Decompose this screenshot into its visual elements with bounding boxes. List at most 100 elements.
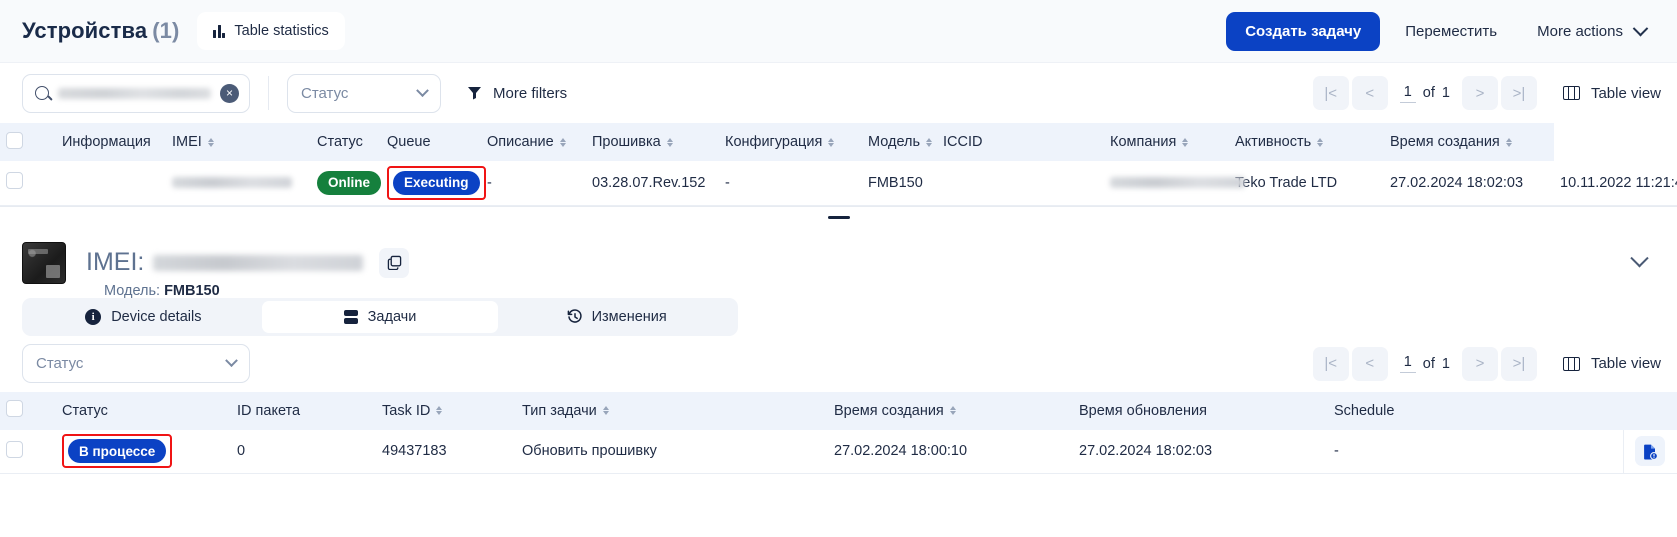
resize-handle[interactable] xyxy=(827,215,850,219)
table-row[interactable]: В процессе 0 49437183 Обновить прошивку … xyxy=(0,429,1677,474)
devices-filter-bar: × Статус More filters |< < 1 of 1 > >| T… xyxy=(0,63,1677,123)
col-activity-label: Активность xyxy=(1235,134,1312,150)
col-description-label: Описание xyxy=(487,134,554,150)
next-page-button[interactable]: > xyxy=(1461,76,1498,110)
col-task-id[interactable]: Task ID xyxy=(376,392,516,430)
row-select-cell xyxy=(0,161,56,205)
task-status-badge: В процессе xyxy=(68,439,167,464)
col-description[interactable]: Описание xyxy=(481,123,586,161)
device-photo xyxy=(22,241,66,284)
sort-icon[interactable] xyxy=(436,406,443,415)
col-status[interactable]: Статус xyxy=(311,123,381,161)
col-task-updated[interactable]: Время обновления xyxy=(1073,392,1328,430)
search-input[interactable]: × xyxy=(22,73,250,113)
panel-splitter[interactable] xyxy=(0,205,1677,228)
tasks-pagination: |< < 1 of 1 > >| xyxy=(1312,346,1537,381)
tasks-table-view-button[interactable]: Table view xyxy=(1562,355,1661,372)
sort-icon[interactable] xyxy=(1505,137,1512,147)
cell-schedule: - xyxy=(1334,443,1339,460)
table-view-button[interactable]: Table view xyxy=(1562,84,1661,102)
devices-table: Информация IMEI Статус Queue Описание Пр… xyxy=(0,123,1677,206)
cell-description: - xyxy=(487,174,492,191)
move-button[interactable]: Переместить xyxy=(1390,12,1512,51)
col-configuration-label: Конфигурация xyxy=(725,134,823,150)
tasks-select-all-checkbox[interactable] xyxy=(6,400,23,417)
col-imei[interactable]: IMEI xyxy=(166,123,311,161)
table-statistics-label: Table statistics xyxy=(234,23,329,39)
col-configuration[interactable]: Конфигурация xyxy=(719,123,862,161)
cell-task-id: 49437183 xyxy=(382,443,447,460)
col-info-label: Информация xyxy=(62,134,151,150)
col-task-created[interactable]: Время создания xyxy=(828,392,1073,430)
select-all-checkbox[interactable] xyxy=(6,131,23,149)
tasks-prev-page-button[interactable]: < xyxy=(1351,346,1388,381)
chevron-down-icon xyxy=(1629,249,1649,268)
status-filter-select[interactable]: Статус xyxy=(287,73,441,113)
select-all-header xyxy=(0,123,56,161)
sort-icon[interactable] xyxy=(926,137,933,147)
col-firmware[interactable]: Прошивка xyxy=(586,123,719,161)
tab-device-details[interactable]: i Device details xyxy=(25,301,262,333)
table-row[interactable]: Online Executing - 03.28.07.Rev.152 - FM… xyxy=(0,161,1677,205)
imei-redacted xyxy=(172,177,292,189)
col-queue[interactable]: Queue xyxy=(381,123,481,161)
row-checkbox[interactable] xyxy=(6,172,23,190)
copy-icon[interactable] xyxy=(379,247,410,278)
table-statistics-button[interactable]: Table statistics xyxy=(197,12,345,50)
col-task-status[interactable]: Статус xyxy=(56,392,231,430)
col-model[interactable]: Модель xyxy=(862,123,937,161)
sort-icon[interactable] xyxy=(207,137,214,147)
more-filters-button[interactable]: More filters xyxy=(467,85,567,102)
page-title: Устройства (1) xyxy=(22,18,179,44)
tab-tasks[interactable]: Задачи xyxy=(261,300,499,333)
document-info-icon[interactable] xyxy=(1635,436,1666,467)
create-task-button[interactable]: Создать задачу xyxy=(1226,11,1381,51)
tasks-status-filter-select[interactable]: Статус xyxy=(22,344,250,383)
col-created[interactable]: Время создания xyxy=(1384,123,1554,161)
tasks-first-page-button[interactable]: |< xyxy=(1312,346,1349,381)
last-page-button[interactable]: >| xyxy=(1500,76,1537,110)
funnel-icon xyxy=(467,86,482,100)
first-page-button[interactable]: |< xyxy=(1312,76,1349,110)
col-company[interactable]: Компания xyxy=(1104,123,1229,161)
col-activity[interactable]: Активность xyxy=(1229,123,1384,161)
bar-chart-icon xyxy=(213,24,226,38)
sort-icon[interactable] xyxy=(559,137,566,147)
tasks-current-page-input[interactable]: 1 xyxy=(1399,354,1416,373)
tasks-next-page-button[interactable]: > xyxy=(1461,346,1498,381)
sort-icon[interactable] xyxy=(1182,137,1189,147)
columns-icon xyxy=(1562,86,1580,100)
collapse-panel-button[interactable] xyxy=(1621,245,1657,281)
sort-icon[interactable] xyxy=(828,137,835,147)
col-iccid[interactable]: ICCID xyxy=(937,123,1104,161)
col-task-type[interactable]: Тип задачи xyxy=(516,392,828,430)
cell-created: 10.11.2022 11:21:43 xyxy=(1560,174,1677,191)
device-details-header: IMEI: xyxy=(0,228,1677,292)
col-schedule[interactable]: Schedule xyxy=(1328,392,1623,430)
col-info[interactable]: Информация xyxy=(56,123,166,161)
sort-icon[interactable] xyxy=(949,406,956,415)
columns-icon xyxy=(1562,356,1580,371)
col-packet-id[interactable]: ID пакета xyxy=(231,392,376,430)
more-actions-button[interactable]: More actions xyxy=(1522,12,1661,51)
clear-search-icon[interactable]: × xyxy=(220,83,239,103)
sort-icon[interactable] xyxy=(1317,137,1324,147)
tab-changes[interactable]: Изменения xyxy=(498,301,735,333)
imei-value-redacted xyxy=(153,254,364,271)
col-task-actions xyxy=(1623,392,1677,430)
current-page-input[interactable]: 1 xyxy=(1399,84,1416,103)
sort-icon[interactable] xyxy=(666,137,673,147)
col-task-id-label: Task ID xyxy=(382,402,431,419)
cell-firmware: 03.28.07.Rev.152 xyxy=(592,174,706,191)
prev-page-button[interactable]: < xyxy=(1351,76,1388,110)
cell-configuration: - xyxy=(725,174,730,191)
tasks-last-page-button[interactable]: >| xyxy=(1500,346,1537,381)
tasks-table-view-label: Table view xyxy=(1590,355,1661,372)
sort-icon[interactable] xyxy=(602,406,609,415)
tab-device-details-label: Device details xyxy=(111,308,202,325)
task-row-checkbox[interactable] xyxy=(6,440,23,458)
table-view-label: Table view xyxy=(1590,84,1661,102)
cell-task-updated: 27.02.2024 18:02:03 xyxy=(1079,443,1213,460)
devices-table-head: Информация IMEI Статус Queue Описание Пр… xyxy=(0,123,1677,161)
queue-badge: Executing xyxy=(393,170,480,195)
